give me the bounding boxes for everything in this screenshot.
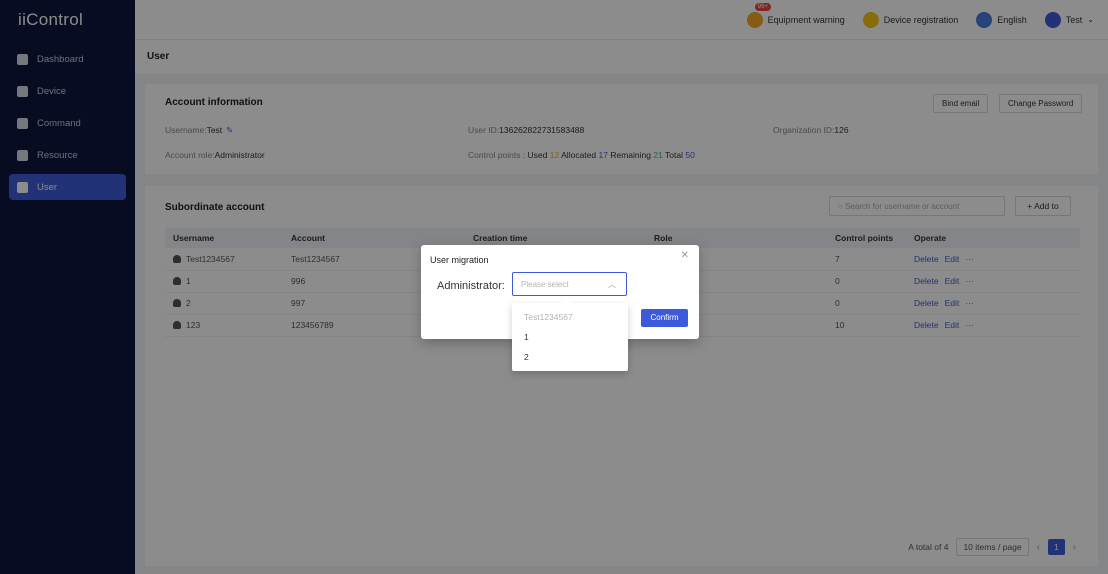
- administrator-label: Administrator:: [437, 280, 505, 292]
- chevron-up-icon: ︿: [608, 280, 616, 289]
- close-icon[interactable]: ✕: [681, 250, 689, 261]
- select-placeholder: Please select: [521, 280, 569, 289]
- confirm-button[interactable]: Confirm: [641, 309, 688, 327]
- dropdown-option[interactable]: Test1234567: [512, 307, 628, 327]
- dropdown-option[interactable]: 1: [512, 327, 628, 347]
- modal-title: User migration: [430, 255, 489, 265]
- administrator-dropdown: Test1234567 1 2: [512, 297, 628, 371]
- administrator-select[interactable]: Please select ︿: [512, 272, 627, 296]
- dropdown-option[interactable]: 2: [512, 347, 628, 367]
